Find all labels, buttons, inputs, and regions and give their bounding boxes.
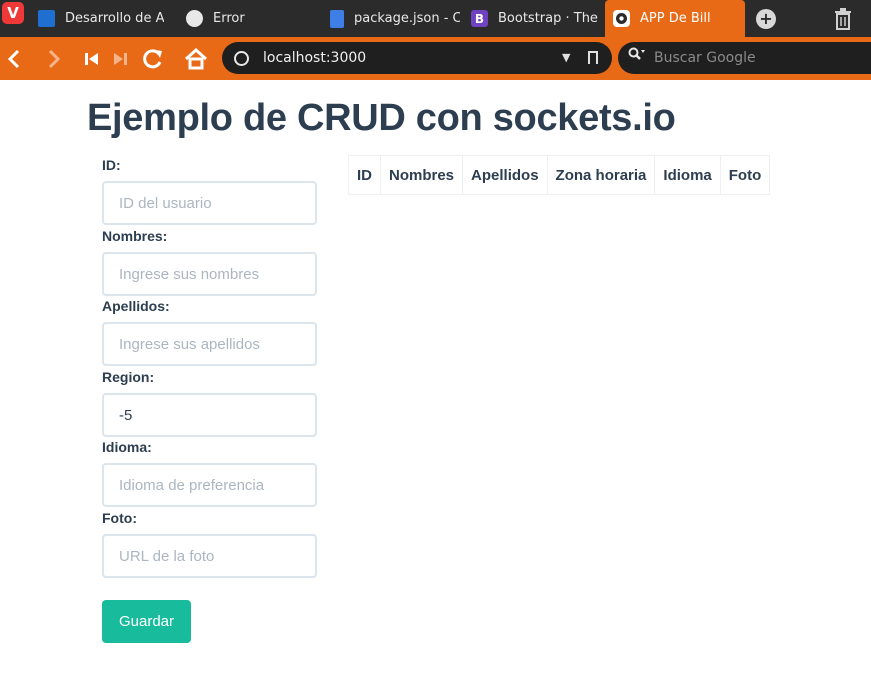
tab-title: APP De Bill [640, 11, 711, 26]
tab-error[interactable]: Error [186, 0, 316, 37]
bookmark-icon[interactable] [588, 51, 598, 64]
column-header-idioma: Idioma [654, 155, 721, 195]
tab-package-json[interactable]: package.json - C [330, 0, 460, 37]
region-field[interactable] [102, 393, 317, 437]
trash-icon[interactable] [834, 8, 852, 30]
idioma-field[interactable] [102, 463, 317, 507]
foto-label: Foto: [102, 510, 137, 526]
back-icon[interactable] [0, 37, 28, 80]
foto-field[interactable] [102, 534, 317, 578]
search-icon[interactable] [628, 42, 646, 74]
column-header-apellidos: Apellidos [462, 155, 548, 195]
column-header-nombres: Nombres [379, 155, 464, 195]
column-header-foto: Foto [719, 155, 771, 195]
id-label: ID: [102, 157, 121, 173]
tab-bar: V Desarrollo de A Error package.json - C… [0, 0, 871, 37]
home-icon[interactable] [182, 37, 210, 80]
column-header-zona-horaria: Zona horaria [546, 155, 656, 195]
bootstrap-icon: B [471, 10, 488, 27]
app-icon [613, 10, 630, 27]
globe-icon [186, 10, 203, 27]
save-button[interactable]: Guardar [102, 600, 191, 643]
url-text[interactable]: localhost:3000 [263, 42, 366, 74]
new-tab-button[interactable]: + [756, 9, 776, 29]
apellidos-field[interactable] [102, 322, 317, 366]
rewind-icon[interactable] [78, 37, 106, 80]
nombres-field[interactable] [102, 252, 317, 296]
search-placeholder: Buscar Google [654, 50, 756, 66]
table-header-row: ID Nombres Apellidos Zona horaria Idioma… [348, 155, 771, 195]
vivaldi-logo[interactable]: V [2, 2, 24, 24]
tab-title: Desarrollo de A [65, 11, 165, 26]
reload-icon[interactable] [139, 37, 167, 80]
document-icon [330, 9, 344, 28]
tab-bootstrap[interactable]: B Bootstrap · The [471, 0, 599, 37]
fast-forward-icon[interactable] [106, 37, 134, 80]
idioma-label: Idioma: [102, 439, 152, 455]
tab-app-de-bill[interactable]: APP De Bill [605, 0, 745, 37]
address-bar[interactable]: localhost:3000 ▼ [222, 42, 612, 74]
tab-title: Error [213, 11, 245, 26]
nombres-label: Nombres: [102, 228, 168, 244]
forward-icon[interactable] [40, 37, 68, 80]
user-icon [38, 10, 55, 27]
chevron-down-icon[interactable]: ▼ [562, 42, 570, 74]
navigation-bar: localhost:3000 ▼ Buscar Google [0, 37, 871, 80]
tab-title: Bootstrap · The [498, 11, 598, 26]
region-label: Region: [102, 369, 155, 385]
column-header-id: ID [348, 155, 381, 195]
page-title: Ejemplo de CRUD con sockets.io [87, 97, 676, 139]
tab-desarrollo[interactable]: Desarrollo de A [38, 0, 178, 37]
users-table: ID Nombres Apellidos Zona horaria Idioma… [348, 155, 771, 195]
search-bar[interactable]: Buscar Google [618, 42, 871, 74]
id-field[interactable] [102, 181, 317, 225]
tab-title: package.json - C [354, 11, 460, 26]
site-info-icon[interactable] [234, 51, 249, 66]
apellidos-label: Apellidos: [102, 298, 170, 314]
